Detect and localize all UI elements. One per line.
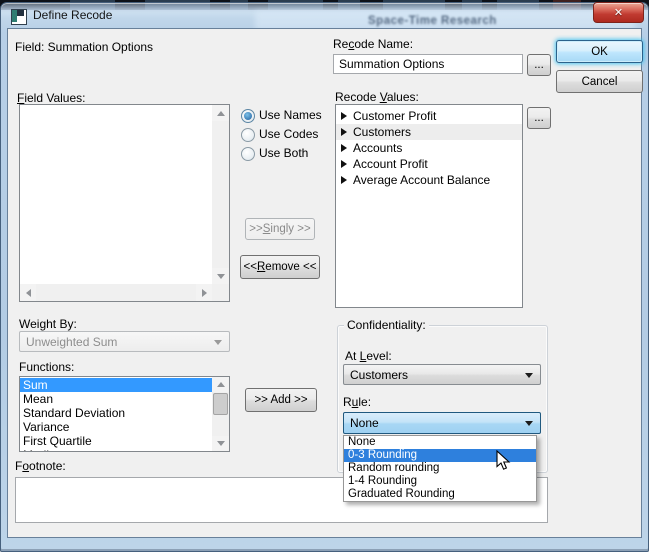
recode-values-browse-button[interactable]: ...	[527, 107, 551, 129]
chevron-down-icon	[525, 373, 533, 378]
app-icon[interactable]	[11, 9, 27, 25]
rule-label: Rule:	[343, 395, 371, 409]
functions-label: Functions:	[19, 360, 74, 374]
arrow-down-icon	[217, 274, 225, 279]
function-item[interactable]: Mean	[20, 392, 212, 406]
field-info-label: Field: Summation Options	[15, 40, 153, 54]
radio-use-names-label[interactable]: Use Names	[259, 108, 322, 122]
field-values-vscrollbar[interactable]	[212, 105, 229, 284]
radio-use-codes[interactable]	[241, 128, 255, 142]
scroll-down-button[interactable]	[212, 268, 229, 284]
recode-values-label: Recode Values:	[335, 90, 419, 104]
mouse-cursor	[496, 450, 516, 472]
recode-value-item[interactable]: Average Account Balance	[336, 172, 522, 188]
rule-value: None	[350, 416, 379, 430]
close-icon: ✕	[614, 6, 623, 19]
footnote-label: Footnote:	[15, 459, 66, 473]
radio-use-both-label[interactable]: Use Both	[259, 146, 308, 160]
function-item[interactable]: First Quartile	[20, 434, 212, 448]
weight-by-combobox: Unweighted Sum	[19, 331, 230, 352]
singly-button: >> Singly >>	[245, 218, 315, 240]
window-title: Define Recode	[33, 8, 112, 22]
weight-by-label: Weight By:	[19, 317, 77, 331]
scrollbar-thumb[interactable]	[213, 393, 228, 415]
rule-option[interactable]: None	[344, 436, 536, 449]
define-recode-dialog: Space-Time Research Define Recode ✕ Fiel…	[0, 0, 649, 552]
function-item[interactable]: Variance	[20, 420, 212, 434]
arrow-up-icon	[217, 382, 225, 387]
arrow-left-icon	[26, 289, 31, 297]
scroll-left-button[interactable]	[20, 284, 36, 301]
at-level-value: Customers	[350, 368, 408, 382]
expand-arrow-icon[interactable]	[341, 112, 347, 120]
arrow-down-icon	[217, 441, 225, 446]
arrow-right-icon	[202, 289, 207, 297]
at-level-combobox[interactable]: Customers	[343, 364, 541, 385]
title-bar[interactable]: Define Recode	[8, 6, 588, 28]
recode-value-item[interactable]: Account Profit	[336, 156, 522, 172]
rule-option[interactable]: Graduated Rounding	[344, 488, 536, 501]
remove-button[interactable]: << Remove <<	[240, 255, 320, 279]
recode-value-item[interactable]: Customers	[336, 124, 522, 140]
arrow-up-icon	[217, 111, 225, 116]
recode-value-item[interactable]: Customer Profit	[336, 108, 522, 124]
cancel-button[interactable]: Cancel	[556, 70, 643, 93]
scroll-up-button[interactable]	[212, 105, 229, 121]
functions-vscrollbar[interactable]	[212, 377, 229, 451]
rule-combobox[interactable]: None	[343, 412, 541, 434]
expand-arrow-icon[interactable]	[341, 128, 347, 136]
field-values-hscrollbar[interactable]	[20, 284, 212, 301]
radio-use-codes-label[interactable]: Use Codes	[259, 127, 318, 141]
recode-name-browse-button[interactable]: ...	[527, 54, 551, 76]
expand-arrow-icon[interactable]	[341, 144, 347, 152]
weight-by-value: Unweighted Sum	[26, 335, 117, 349]
rule-option[interactable]: 1-4 Rounding	[344, 475, 536, 488]
scroll-down-button[interactable]	[212, 436, 229, 451]
field-values-label: Field Values:	[17, 91, 86, 105]
field-values-listbox[interactable]	[19, 104, 230, 302]
functions-list: Sum Mean Standard Deviation Variance Fir…	[20, 378, 212, 452]
close-button[interactable]: ✕	[593, 2, 644, 23]
function-item[interactable]: Median	[20, 448, 212, 452]
recode-value-item[interactable]: Accounts	[336, 140, 522, 156]
scroll-up-button[interactable]	[212, 377, 229, 392]
confidentiality-label: Confidentiality:	[344, 318, 429, 332]
radio-use-both[interactable]	[241, 147, 255, 161]
chevron-down-icon	[525, 421, 533, 426]
radio-use-names[interactable]	[241, 109, 255, 123]
recode-values-listbox[interactable]: Customer Profit Customers Accounts Accou…	[335, 104, 523, 308]
scroll-right-button[interactable]	[196, 284, 212, 301]
recode-name-input[interactable]	[333, 54, 523, 74]
function-item[interactable]: Sum	[20, 378, 212, 392]
function-item[interactable]: Standard Deviation	[20, 406, 212, 420]
chevron-down-icon	[214, 340, 222, 345]
expand-arrow-icon[interactable]	[341, 176, 347, 184]
add-button[interactable]: >> Add >>	[245, 388, 317, 412]
expand-arrow-icon[interactable]	[341, 160, 347, 168]
functions-listbox[interactable]: Sum Mean Standard Deviation Variance Fir…	[19, 376, 230, 452]
at-level-label: At Level:	[345, 349, 392, 363]
recode-name-label: Recode Name:	[333, 37, 413, 51]
scrollbar-corner	[212, 284, 229, 301]
ok-button[interactable]: OK	[556, 40, 643, 63]
